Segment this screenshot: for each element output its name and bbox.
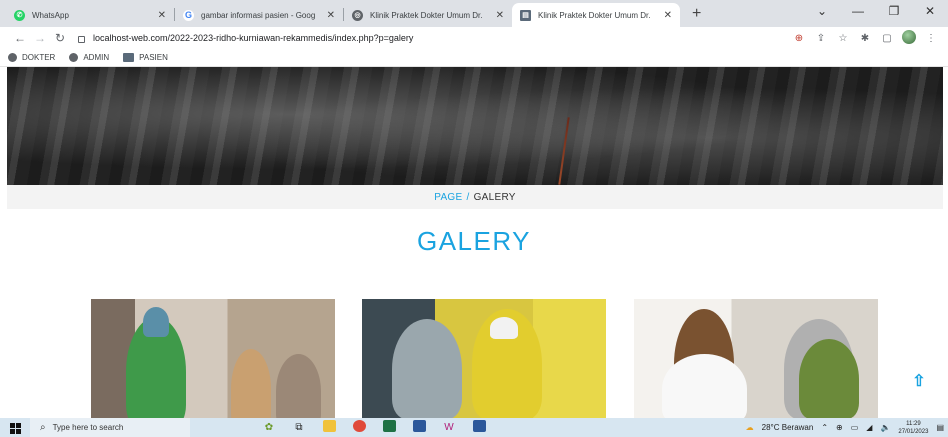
tab-search-chevron-icon[interactable]: ⌄ [804, 4, 840, 18]
word-icon[interactable] [404, 420, 434, 435]
volume-icon[interactable]: 🔈 [880, 423, 890, 432]
tab-whatsapp[interactable]: ✆ WhatsApp ✕ [6, 3, 174, 27]
share-icon[interactable]: ⇪ [810, 33, 832, 44]
tab-strip: ✆ WhatsApp ✕ G gambar informasi pasien -… [0, 0, 948, 27]
hero-banner-image [7, 67, 943, 185]
tab-google-search[interactable]: G gambar informasi pasien - Goog ✕ [175, 3, 343, 27]
photo-figure-coat [662, 354, 747, 418]
tab-title: WhatsApp [32, 10, 69, 20]
tab-klinik-1[interactable]: ◎ Klinik Praktek Dokter Umum Dr. ✕ [344, 3, 512, 27]
bookmarks-bar: DOKTER ADMIN PASIEN [0, 49, 948, 67]
translate-icon[interactable]: ⊕ [788, 33, 810, 44]
globe-icon [8, 53, 17, 62]
breadcrumb-current: GALERY [473, 191, 516, 203]
profile-avatar[interactable] [898, 29, 920, 47]
weather-icon[interactable]: ☁ [746, 423, 754, 432]
restore-icon[interactable]: ❐ [876, 4, 912, 18]
search-placeholder: Type here to search [52, 423, 124, 432]
sidebar-icon[interactable]: ▢ [876, 33, 898, 44]
site-icon: ▤ [520, 9, 531, 21]
word-doc-icon[interactable] [464, 420, 494, 435]
bookmark-pasien[interactable]: PASIEN [123, 53, 168, 62]
google-icon: G [183, 9, 194, 21]
scroll-to-top-button[interactable]: ⇧ [908, 371, 930, 391]
bookmark-admin[interactable]: ADMIN [69, 53, 109, 62]
close-icon[interactable]: ✕ [496, 10, 504, 21]
breadcrumb: PAGE / GALERY [7, 185, 943, 209]
whatsapp-icon: ✆ [14, 9, 25, 21]
tab-title: gambar informasi pasien - Goog [201, 10, 316, 20]
globe-icon: ◎ [352, 9, 363, 21]
tab-title: Klinik Praktek Dokter Umum Dr. [538, 10, 651, 20]
address-bar[interactable]: localhost-web.com/2022-2023-ridho-kurnia… [70, 29, 788, 47]
photo-figure-patient [231, 349, 271, 418]
photo-figure-patient [392, 319, 462, 418]
breadcrumb-separator: / [466, 191, 470, 203]
task-view-icon[interactable]: ⧉ [284, 422, 314, 433]
clock[interactable]: 11:29 27/01/2023 [898, 420, 928, 436]
bookmark-dokter[interactable]: DOKTER [8, 53, 55, 62]
bookmark-star-icon[interactable]: ☆ [832, 33, 854, 44]
close-icon[interactable]: ✕ [158, 10, 166, 21]
network-icon[interactable]: ⊕ [836, 423, 843, 432]
winrar-icon[interactable]: W [434, 422, 464, 433]
battery-icon[interactable]: ▭ [851, 423, 859, 432]
wifi-icon[interactable]: ◢ [866, 423, 872, 432]
close-icon[interactable]: ✕ [664, 10, 672, 21]
photo-figure-sweater [799, 339, 859, 418]
weather-text[interactable]: 28°C Berawan [762, 423, 814, 432]
browser-toolbar: ← → ↻ localhost-web.com/2022-2023-ridho-… [0, 27, 948, 49]
taskbar-search[interactable]: ⌕ Type here to search [30, 418, 190, 437]
search-icon: ⌕ [40, 422, 46, 433]
toolbar-actions: ⊕ ⇪ ☆ ✱ ▢ ⋮ [788, 29, 948, 47]
extensions-icon[interactable]: ✱ [854, 33, 876, 44]
page-title: GALERY [416, 226, 531, 256]
clock-date: 27/01/2023 [898, 428, 929, 435]
taskbar-apps: ✿ ⧉ W [254, 420, 494, 435]
url-text: localhost-web.com/2022-2023-ridho-kurnia… [93, 33, 414, 43]
close-window-icon[interactable]: ✕ [912, 4, 948, 18]
hero-thread-detail [558, 117, 570, 185]
reload-icon[interactable]: ↻ [50, 31, 70, 45]
windows-taskbar: ⌕ Type here to search ✿ ⧉ W ☁ 28°C Beraw… [0, 418, 948, 437]
photo-figure-head [143, 307, 169, 337]
back-icon[interactable]: ← [10, 31, 30, 45]
breadcrumb-page-link[interactable]: PAGE [434, 192, 462, 203]
chevron-up-icon[interactable]: ⌃ [821, 423, 828, 432]
windows-icon [9, 423, 21, 434]
forward-icon[interactable]: → [30, 31, 50, 45]
photo-figure-woman [276, 354, 321, 418]
site-icon [123, 53, 135, 62]
clock-time: 11:29 [906, 420, 921, 427]
close-icon[interactable]: ✕ [327, 10, 335, 21]
tab-klinik-active[interactable]: ▤ Klinik Praktek Dokter Umum Dr. ✕ [512, 3, 680, 27]
file-explorer-icon[interactable] [314, 420, 344, 435]
gallery-photo-1[interactable] [91, 299, 335, 418]
new-tab-button[interactable]: + [680, 5, 711, 27]
bookmark-label: DOKTER [22, 53, 56, 62]
lock-icon[interactable] [78, 35, 85, 43]
widgets-icon[interactable]: ✿ [254, 422, 284, 433]
chrome-icon[interactable] [344, 420, 374, 435]
tab-title: Klinik Praktek Dokter Umum Dr. [370, 10, 483, 20]
system-tray: ☁ 28°C Berawan ⌃ ⊕ ▭ ◢ 🔈 11:29 27/01/202… [738, 418, 944, 437]
bookmark-label: ADMIN [83, 53, 110, 62]
gallery-photo-2[interactable] [362, 299, 606, 418]
gallery-photo-3[interactable] [634, 299, 878, 418]
notifications-icon[interactable]: ▤ [936, 423, 944, 432]
bookmark-label: PASIEN [139, 53, 168, 62]
globe-icon [69, 53, 79, 62]
photo-figure-mask [490, 317, 518, 339]
window-controls: ⌄ — ❐ ✕ [804, 0, 948, 22]
minimize-icon[interactable]: — [840, 4, 876, 18]
menu-icon[interactable]: ⋮ [920, 33, 942, 44]
excel-icon[interactable] [374, 420, 404, 435]
start-button[interactable] [0, 421, 30, 434]
